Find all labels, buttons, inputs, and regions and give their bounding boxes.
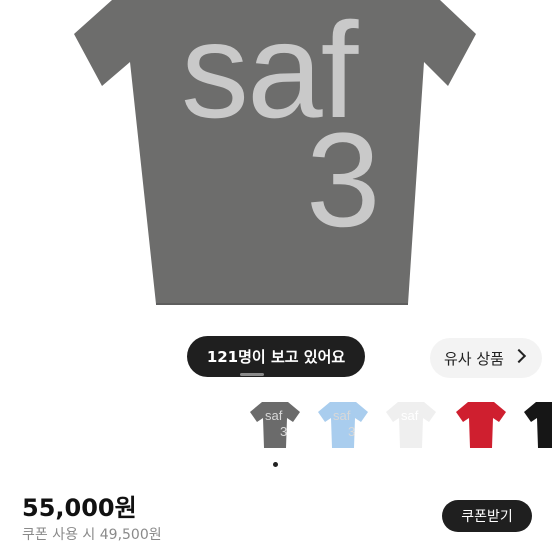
color-thumb-red[interactable] <box>456 402 506 450</box>
similar-products-label: 유사 상품 <box>444 349 504 368</box>
get-coupon-button[interactable]: 쿠폰받기 <box>442 500 532 532</box>
color-thumb-black[interactable] <box>524 402 552 450</box>
scroll-indicator <box>240 373 264 376</box>
thumb-print: saf <box>333 408 351 423</box>
color-thumb-white[interactable]: saf <box>386 402 436 450</box>
shirt-print-3: 3 <box>306 106 381 255</box>
tshirt-icon <box>456 402 506 448</box>
tshirt-icon <box>524 402 552 448</box>
thumb-print-2: 3 <box>348 424 356 439</box>
price: 55,000원 <box>22 494 137 522</box>
color-thumb-gray[interactable]: saf 3 <box>250 402 300 450</box>
color-thumb-blue[interactable]: saf 3 <box>318 402 368 450</box>
thumb-print: saf <box>265 408 283 423</box>
thumb-print-2: 3 <box>280 424 288 439</box>
carousel-dot <box>273 462 278 467</box>
product-image[interactable]: saf 3 <box>0 0 552 318</box>
coupon-price-text: 쿠폰 사용 시 49,500원 <box>22 527 162 543</box>
similar-products-button[interactable]: 유사 상품 <box>430 338 542 378</box>
chevron-right-icon <box>511 348 527 364</box>
thumb-print: saf <box>401 408 419 423</box>
viewers-badge: 121명이 보고 있어요 <box>187 336 365 377</box>
